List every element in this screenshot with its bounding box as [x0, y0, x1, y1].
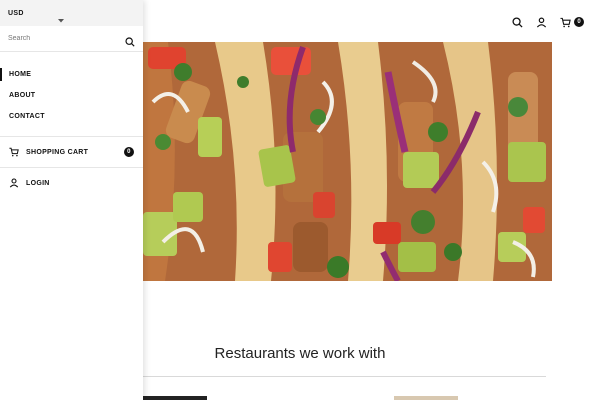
nav-item-about[interactable]: ABOUT — [0, 85, 143, 106]
header-cart-count-badge: 0 — [574, 17, 584, 27]
hero-image-tacos — [143, 42, 552, 281]
restaurant-logo-card[interactable] — [143, 396, 207, 400]
search-input[interactable] — [8, 35, 125, 42]
login-label: LOGIN — [26, 179, 50, 187]
chevron-down-icon — [58, 10, 64, 28]
cart-icon — [9, 147, 19, 157]
nav-item-contact[interactable]: CONTACT — [0, 106, 143, 127]
drawer-nav: HOME ABOUT CONTACT — [0, 64, 143, 127]
account-icon[interactable] — [534, 15, 548, 29]
cart-icon — [558, 15, 572, 29]
restaurant-logo-card[interactable] — [394, 396, 458, 400]
currency-value: USD — [8, 9, 24, 17]
shopping-cart-label: SHOPPING CART — [26, 148, 89, 156]
section-divider — [143, 376, 546, 377]
header-cart-button[interactable]: 0 — [558, 15, 584, 29]
side-menu-drawer: USD HOME ABOUT CONTACT SHOPPING CART 0 L… — [0, 0, 143, 400]
user-icon — [9, 178, 19, 188]
drawer-search — [0, 26, 143, 52]
shopping-cart-link[interactable]: SHOPPING CART 0 — [0, 137, 143, 167]
drawer-cart-count-badge: 0 — [124, 147, 134, 157]
search-icon[interactable] — [510, 15, 524, 29]
nav-item-home[interactable]: HOME — [0, 64, 143, 85]
search-icon[interactable] — [125, 34, 135, 47]
currency-selector[interactable]: USD — [0, 0, 143, 26]
login-link[interactable]: LOGIN — [0, 168, 143, 198]
header-icons: 0 — [510, 15, 584, 29]
